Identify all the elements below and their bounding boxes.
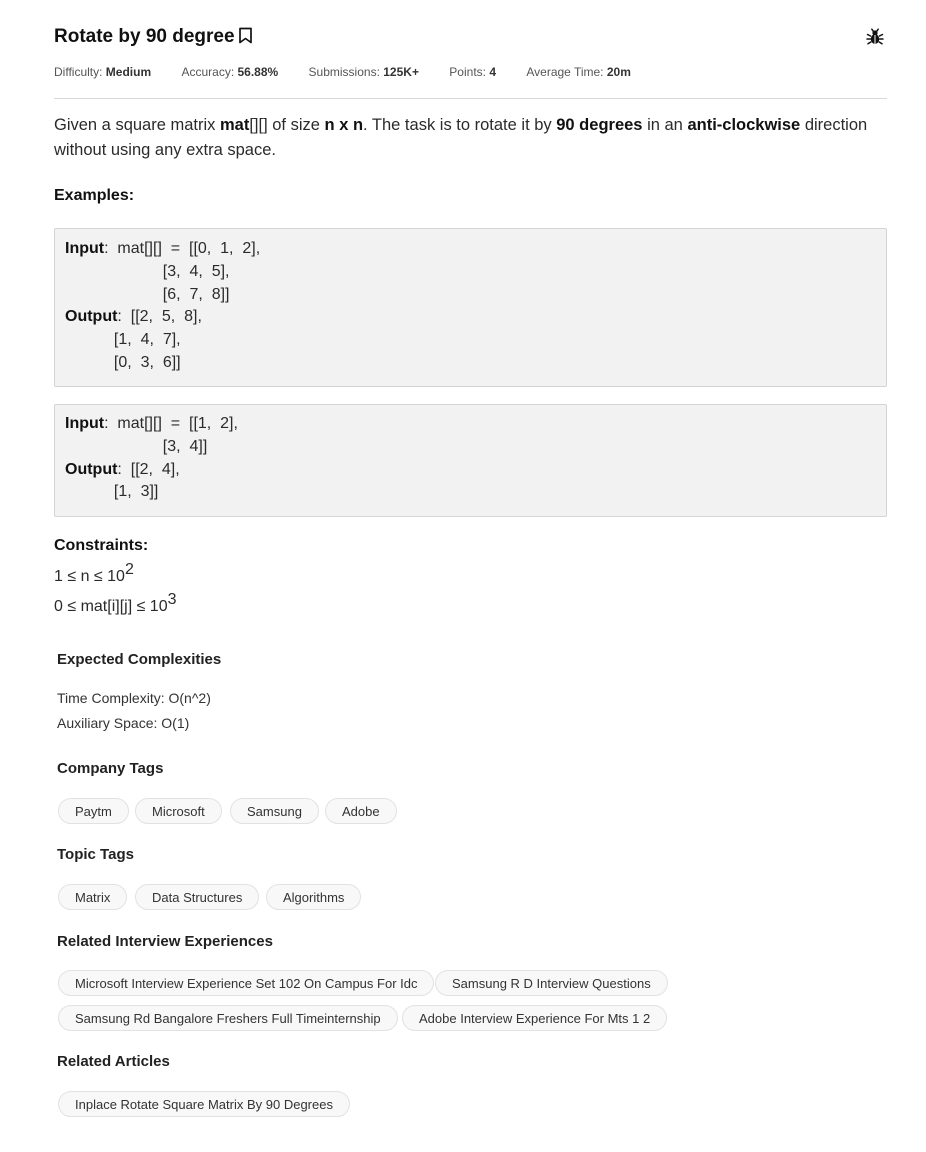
code-line: [6, 7, 8]] <box>65 285 230 303</box>
example-box: Input: mat[][] = [[0, 1, 2], [3, 4, 5], … <box>54 228 887 387</box>
code-line: : [[2, 4], <box>117 460 180 478</box>
company-tag-samsung[interactable]: Samsung <box>230 798 319 824</box>
example-code: Input: mat[][] = [[0, 1, 2], [3, 4, 5], … <box>65 238 260 375</box>
problem-meta: Difficulty: Medium Accuracy: 56.88% Subm… <box>54 65 658 79</box>
constraints-heading: Constraints: <box>54 537 149 554</box>
divider <box>54 98 887 99</box>
constraint-n: 1 ≤ n ≤ 102 <box>54 561 134 586</box>
interview-link[interactable]: Adobe Interview Experience For Mts 1 2 <box>402 1005 668 1031</box>
code-line: [3, 4, 5], <box>65 262 230 280</box>
accuracy: Accuracy: 56.88% <box>181 65 279 79</box>
code-line: [3, 4]] <box>65 437 208 455</box>
example-box: Input: mat[][] = [[1, 2], [3, 4]] Output… <box>54 404 887 517</box>
problem-description: Given a square matrix mat[][] of size n … <box>54 116 868 159</box>
topic-tag-matrix[interactable]: Matrix <box>58 884 128 910</box>
code-line: : [[2, 5, 8], <box>117 308 202 326</box>
topic-tag-data-structures[interactable]: Data Structures <box>135 884 260 910</box>
bug-icon[interactable] <box>866 28 884 51</box>
title-row: Rotate by 90 degree <box>54 24 887 54</box>
code-line: : mat[][] = [[0, 1, 2], <box>104 240 261 257</box>
points: Points: 4 <box>449 65 497 79</box>
interview-link[interactable]: Samsung Rd Bangalore Freshers Full Timei… <box>58 1005 398 1031</box>
input-label: Input <box>65 240 105 257</box>
examples-heading: Examples: <box>54 187 135 204</box>
submissions: Submissions: 125K+ <box>308 65 419 79</box>
company-tags-heading: Company Tags <box>57 760 164 777</box>
input-label: Input <box>65 415 105 432</box>
expected-complexities-heading: Expected Complexities <box>57 651 222 668</box>
company-tag-microsoft[interactable]: Microsoft <box>135 798 222 824</box>
code-line: [1, 4, 7], <box>65 331 181 349</box>
constraint-mat: 0 ≤ mat[i][j] ≤ 103 <box>54 591 177 616</box>
interview-link[interactable]: Microsoft Interview Experience Set 102 O… <box>58 970 435 996</box>
code-line: : mat[][] = [[1, 2], <box>104 415 238 432</box>
difficulty: Difficulty: Medium <box>54 65 152 79</box>
average-time: Average Time: 20m <box>526 65 631 79</box>
time-complexity: Time Complexity: O(n^2) <box>57 690 211 706</box>
company-tag-paytm[interactable]: Paytm <box>58 798 129 824</box>
related-articles-heading: Related Articles <box>57 1053 170 1070</box>
topic-tag-algorithms[interactable]: Algorithms <box>266 884 362 910</box>
code-line: [1, 3]] <box>65 483 159 501</box>
topic-tags-heading: Topic Tags <box>57 846 134 863</box>
output-label: Output <box>65 308 118 326</box>
article-link[interactable]: Inplace Rotate Square Matrix By 90 Degre… <box>58 1091 350 1117</box>
company-tag-adobe[interactable]: Adobe <box>325 798 397 824</box>
code-line: [0, 3, 6]] <box>65 353 181 371</box>
interview-link[interactable]: Samsung R D Interview Questions <box>435 970 668 996</box>
example-code: Input: mat[][] = [[1, 2], [3, 4]] Output… <box>65 413 238 504</box>
bookmark-icon[interactable] <box>238 27 253 50</box>
problem-title: Rotate by 90 degree <box>54 26 253 50</box>
auxiliary-space: Auxiliary Space: O(1) <box>57 715 190 731</box>
interview-experiences-heading: Related Interview Experiences <box>57 933 273 950</box>
output-label: Output <box>65 460 118 478</box>
